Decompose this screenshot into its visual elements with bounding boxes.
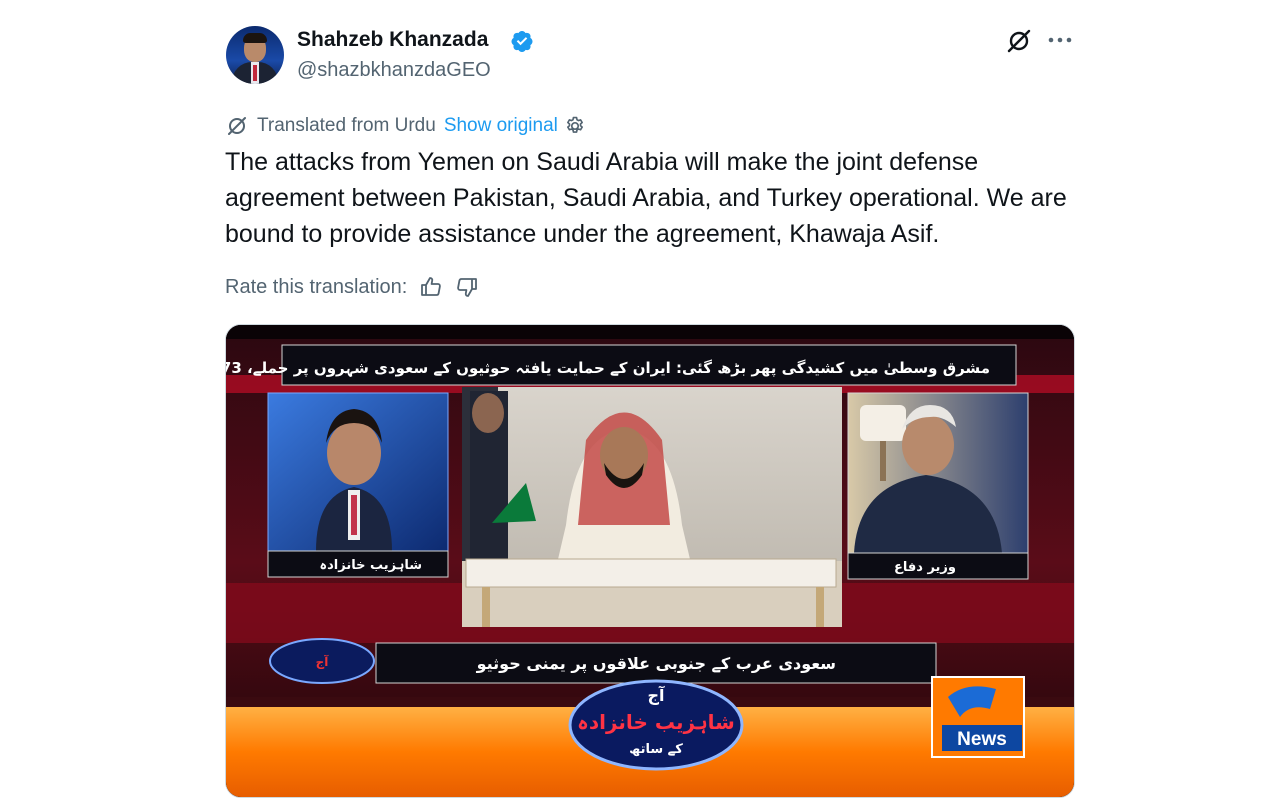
anchor-face <box>327 421 381 485</box>
show-logo-main-text: شاہزیب خانزادہ <box>577 710 735 734</box>
top-dark-band <box>226 325 1074 339</box>
gear-icon[interactable] <box>564 115 586 137</box>
top-ticker-text: مشرق وسطیٰ میں کشیدگی پھر بڑھ گئی: ایران… <box>226 359 990 378</box>
author-handle[interactable]: @shazbkhanzdaGEO <box>297 59 491 82</box>
rate-translation: Rate this translation: <box>225 273 479 301</box>
avatar-hair <box>243 33 267 43</box>
translated-from-label: Translated from Urdu <box>257 115 436 136</box>
tweet-text: The attacks from Yemen on Saudi Arabia w… <box>225 148 1067 248</box>
avatar-tie <box>253 65 257 81</box>
more-icon[interactable] <box>1046 30 1074 50</box>
show-logo-top-text: آج <box>647 685 665 705</box>
small-show-logo-text: آج <box>316 654 330 669</box>
show-original-link[interactable]: Show original <box>444 115 558 137</box>
guest-caption: وزیر دفاع <box>894 560 956 575</box>
show-logo-sub-text: کے ساتھ <box>629 742 683 757</box>
author-name[interactable]: Shahzeb Khanzada <box>297 28 488 52</box>
media-image[interactable]: مشرق وسطیٰ میں کشیدگی پھر بڑھ گئی: ایران… <box>225 324 1075 798</box>
broadcast-frame: مشرق وسطیٰ میں کشیدگی پھر بڑھ گئی: ایران… <box>226 325 1074 797</box>
avatar[interactable] <box>226 26 284 84</box>
guest-face <box>902 415 954 475</box>
thumbs-up-icon[interactable] <box>419 275 443 299</box>
translate-icon <box>228 117 246 135</box>
rate-translation-label: Rate this translation: <box>225 275 408 298</box>
verified-badge-icon <box>511 31 533 52</box>
thumbs-down-icon[interactable] <box>455 275 479 299</box>
bottom-ticker-text: سعودی عرب کے جنوبی علاقوں پر یمنی حوثیو <box>476 654 836 674</box>
translation-notice: Translated from Urdu Show original <box>226 113 586 139</box>
anchor-caption: شاہزیب خانزادہ <box>319 558 422 573</box>
grok-icon[interactable] <box>1006 28 1032 54</box>
channel-name: News <box>957 729 1007 750</box>
